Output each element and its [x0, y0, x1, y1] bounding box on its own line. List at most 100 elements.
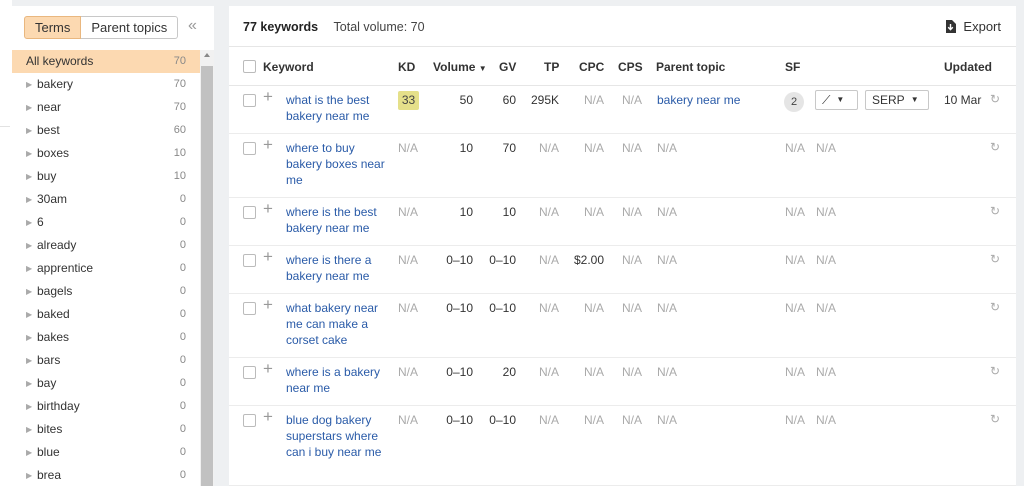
collapse-sidebar-icon[interactable]: « [188, 18, 204, 36]
cpc-cell: N/A [583, 413, 604, 427]
row-checkbox[interactable] [243, 206, 256, 219]
scroll-up-icon[interactable] [204, 53, 210, 57]
sidebar-item-term[interactable]: ▶ bakes 0 [12, 326, 200, 349]
caret-right-icon: ▶ [26, 172, 33, 181]
keyword-link[interactable]: where to buy bakery boxes near me [286, 140, 386, 188]
sidebar-item-term[interactable]: ▶ bakery 70 [12, 73, 200, 96]
sf-cell: N/A [785, 205, 806, 219]
sidebar-item-term[interactable]: ▶ near 70 [12, 96, 200, 119]
caret-right-icon: ▶ [26, 218, 33, 227]
cpc-cell: N/A [583, 93, 604, 107]
refresh-icon[interactable]: ↻ [990, 92, 1000, 106]
trend-cell: N/A [816, 365, 837, 379]
term-count: 70 [173, 101, 186, 113]
keyword-link[interactable]: where is the best bakery near me [286, 204, 386, 236]
caret-right-icon: ▶ [26, 471, 33, 480]
col-keyword[interactable]: Keyword [263, 60, 314, 74]
tab-parent-topics[interactable]: Parent topics [81, 16, 179, 39]
trend-cell: N/A [816, 301, 837, 315]
caret-right-icon: ▶ [26, 310, 33, 319]
tp-cell: N/A [538, 205, 559, 219]
add-keyword-icon[interactable]: + [263, 200, 273, 218]
refresh-icon[interactable]: ↻ [990, 300, 1000, 314]
refresh-icon[interactable]: ↻ [990, 204, 1000, 218]
serp-dropdown[interactable]: SERP ▼ [865, 90, 929, 110]
volume-cell: 10 [459, 205, 473, 219]
sidebar-item-term[interactable]: ▶ 30am 0 [12, 188, 200, 211]
refresh-icon[interactable]: ↻ [990, 364, 1000, 378]
serp-features-badge[interactable]: 2 [784, 92, 804, 112]
row-checkbox[interactable] [243, 302, 256, 315]
sidebar-item-all-keywords[interactable]: All keywords 70 [12, 50, 200, 73]
col-gv[interactable]: GV [499, 60, 516, 74]
keyword-link[interactable]: what is the best bakery near me [286, 92, 386, 124]
scroll-thumb[interactable] [201, 66, 213, 486]
refresh-icon[interactable]: ↻ [990, 412, 1000, 426]
select-all-checkbox[interactable] [243, 60, 256, 73]
add-keyword-icon[interactable]: + [263, 296, 273, 314]
term-count: 0 [179, 423, 186, 435]
add-keyword-icon[interactable]: + [263, 136, 273, 154]
col-cpc[interactable]: CPC [579, 60, 604, 74]
col-sf[interactable]: SF [785, 60, 800, 74]
term-name: 30am [37, 192, 68, 206]
keyword-link[interactable]: blue dog bakery superstars where can i b… [286, 412, 386, 460]
parent-topic-link[interactable]: bakery near me [657, 92, 740, 108]
term-name: best [37, 123, 60, 137]
row-checkbox[interactable] [243, 366, 256, 379]
sidebar-item-term[interactable]: ▶ baked 0 [12, 303, 200, 326]
trend-cell: N/A [816, 141, 837, 155]
cps-cell: N/A [621, 93, 642, 107]
col-cps[interactable]: CPS [618, 60, 643, 74]
keyword-link[interactable]: what bakery near me can make a corset ca… [286, 300, 386, 348]
col-parent-topic[interactable]: Parent topic [656, 60, 725, 74]
col-kd[interactable]: KD [398, 60, 415, 74]
term-count: 0 [179, 331, 186, 343]
add-keyword-icon[interactable]: + [263, 408, 273, 426]
row-checkbox[interactable] [243, 254, 256, 267]
sidebar-item-term[interactable]: ▶ buy 10 [12, 165, 200, 188]
add-keyword-icon[interactable]: + [263, 360, 273, 378]
sidebar-item-term[interactable]: ▶ boxes 10 [12, 142, 200, 165]
left-gutter [0, 0, 12, 486]
row-checkbox[interactable] [243, 94, 256, 107]
refresh-icon[interactable]: ↻ [990, 252, 1000, 266]
tp-cell: N/A [538, 141, 559, 155]
col-tp[interactable]: TP [544, 60, 559, 74]
sidebar-item-term[interactable]: ▶ birthday 0 [12, 395, 200, 418]
sidebar-item-term[interactable]: ▶ bagels 0 [12, 280, 200, 303]
sidebar-item-term[interactable]: ▶ apprentice 0 [12, 257, 200, 280]
col-volume[interactable]: Volume ▼ [433, 60, 487, 74]
sidebar-item-term[interactable]: ▶ brea 0 [12, 464, 200, 486]
cpc-cell: N/A [583, 365, 604, 379]
sidebar-item-term[interactable]: ▶ bites 0 [12, 418, 200, 441]
sidebar-item-term[interactable]: ▶ best 60 [12, 119, 200, 142]
sidebar-item-term[interactable]: ▶ blue 0 [12, 441, 200, 464]
export-button[interactable]: Export [945, 19, 1001, 34]
volume-cell: 10 [459, 141, 473, 155]
caret-right-icon: ▶ [26, 126, 33, 135]
caret-right-icon: ▶ [26, 103, 33, 112]
tab-terms[interactable]: Terms [24, 16, 82, 39]
sidebar-item-term[interactable]: ▶ bay 0 [12, 372, 200, 395]
caret-right-icon: ▶ [26, 241, 33, 250]
keyword-link[interactable]: where is there a bakery near me [286, 252, 386, 284]
sidebar-scrollbar[interactable] [200, 50, 214, 486]
term-count: 0 [179, 193, 186, 205]
caret-right-icon: ▶ [26, 149, 33, 158]
col-updated[interactable]: Updated [944, 60, 992, 74]
trend-dropdown[interactable]: ⟋ ▼ [815, 90, 858, 110]
row-checkbox[interactable] [243, 142, 256, 155]
sidebar-item-term[interactable]: ▶ bars 0 [12, 349, 200, 372]
caret-right-icon: ▶ [26, 379, 33, 388]
refresh-icon[interactable]: ↻ [990, 140, 1000, 154]
add-keyword-icon[interactable]: + [263, 88, 273, 106]
cps-cell: N/A [621, 365, 642, 379]
sidebar-item-term[interactable]: ▶ 6 0 [12, 211, 200, 234]
sidebar-item-term[interactable]: ▶ already 0 [12, 234, 200, 257]
term-count: 0 [179, 308, 186, 320]
keyword-link[interactable]: where is a bakery near me [286, 364, 386, 396]
row-checkbox[interactable] [243, 414, 256, 427]
add-keyword-icon[interactable]: + [263, 248, 273, 266]
tp-cell: N/A [538, 301, 559, 315]
